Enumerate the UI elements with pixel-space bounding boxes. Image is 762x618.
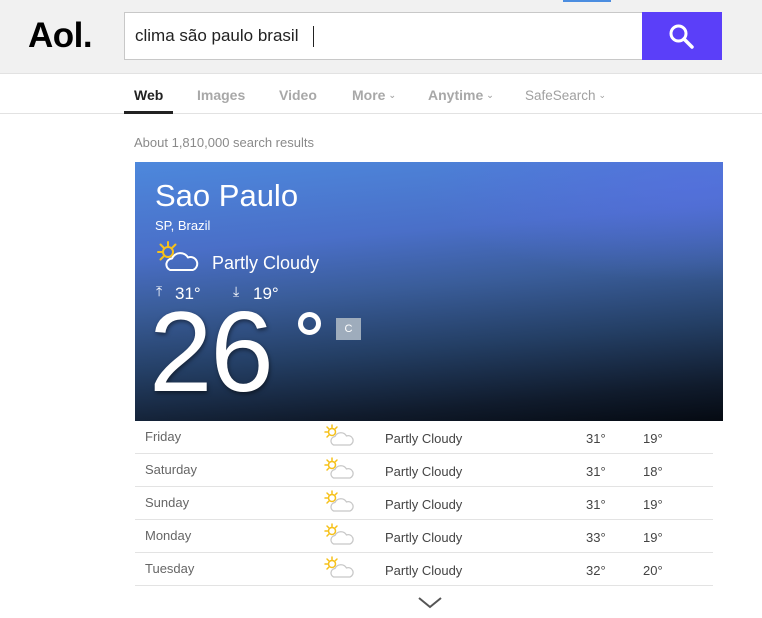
forecast-day: Sunday [145,495,190,510]
tab-video[interactable]: Video [279,87,317,103]
active-tab-underline [124,111,173,114]
result-count: About 1,810,000 search results [134,135,314,150]
chevron-down-icon: ⌄ [598,89,607,100]
top-accent-line [563,0,611,2]
tab-anytime[interactable]: Anytime ⌄ [428,87,494,103]
weather-region: SP, Brazil [155,218,211,233]
tab-safesearch[interactable]: SafeSearch ⌄ [525,88,606,103]
search-input[interactable] [135,13,630,59]
tab-more-label: More [352,87,386,103]
forecast-high: 31° [586,431,606,446]
partly-cloudy-icon [324,457,354,484]
forecast-high: 32° [586,563,606,578]
partly-cloudy-icon [324,490,354,517]
unit-toggle-button[interactable]: C [336,318,361,340]
table-row: Saturday Partly Cloudy 31° 18° [135,454,713,487]
forecast-condition: Partly Cloudy [385,530,463,545]
forecast-low: 19° [643,431,663,446]
forecast-condition: Partly Cloudy [385,464,463,479]
forecast-low: 20° [643,563,663,578]
forecast-day: Tuesday [145,561,195,576]
text-caret [313,26,314,47]
forecast-low: 18° [643,464,663,479]
tab-safesearch-label: SafeSearch [525,88,596,103]
search-box [124,12,643,60]
partly-cloudy-icon [157,241,199,271]
partly-cloudy-icon [324,523,354,550]
search-tabs: Web Images Video More ⌄ Anytime ⌄ SafeSear… [0,73,762,114]
table-row: Sunday Partly Cloudy 31° 19° [135,487,713,520]
forecast-table: Friday Partly Cloudy 31° 19° Saturday Pa… [135,421,713,586]
forecast-day: Saturday [145,462,198,477]
weather-card: Sao Paulo SP, Brazil Partly Cloudy ⤒ 31°… [135,162,723,421]
expand-forecast-chevron-icon[interactable] [417,596,443,610]
tab-web[interactable]: Web [134,87,163,103]
tab-anytime-label: Anytime [428,87,484,103]
table-row: Tuesday Partly Cloudy 32° 20° [135,553,713,586]
forecast-condition: Partly Cloudy [385,563,463,578]
forecast-condition: Partly Cloudy [385,431,463,446]
aol-logo[interactable]: Aol. [28,16,93,56]
tab-images[interactable]: Images [197,87,245,103]
weather-city: Sao Paulo [155,178,299,213]
search-button[interactable] [642,12,722,60]
degree-symbol [298,312,321,335]
current-temperature: 26 [149,289,274,416]
chevron-down-icon: ⌄ [486,89,494,100]
weather-condition: Partly Cloudy [212,253,320,273]
forecast-day: Monday [145,528,192,543]
table-row: Monday Partly Cloudy 33° 19° [135,520,713,553]
forecast-low: 19° [643,497,663,512]
forecast-condition: Partly Cloudy [385,497,463,512]
top-bar: Aol. [0,0,762,73]
search-icon [669,24,694,49]
partly-cloudy-icon [324,556,354,583]
partly-cloudy-icon [324,424,354,451]
forecast-day: Friday [145,429,182,444]
chevron-down-icon: ⌄ [388,89,396,100]
table-row: Friday Partly Cloudy 31° 19° [135,421,713,454]
forecast-high: 31° [586,497,606,512]
tab-more[interactable]: More ⌄ [352,87,396,103]
forecast-high: 31° [586,464,606,479]
forecast-low: 19° [643,530,663,545]
forecast-high: 33° [586,530,606,545]
